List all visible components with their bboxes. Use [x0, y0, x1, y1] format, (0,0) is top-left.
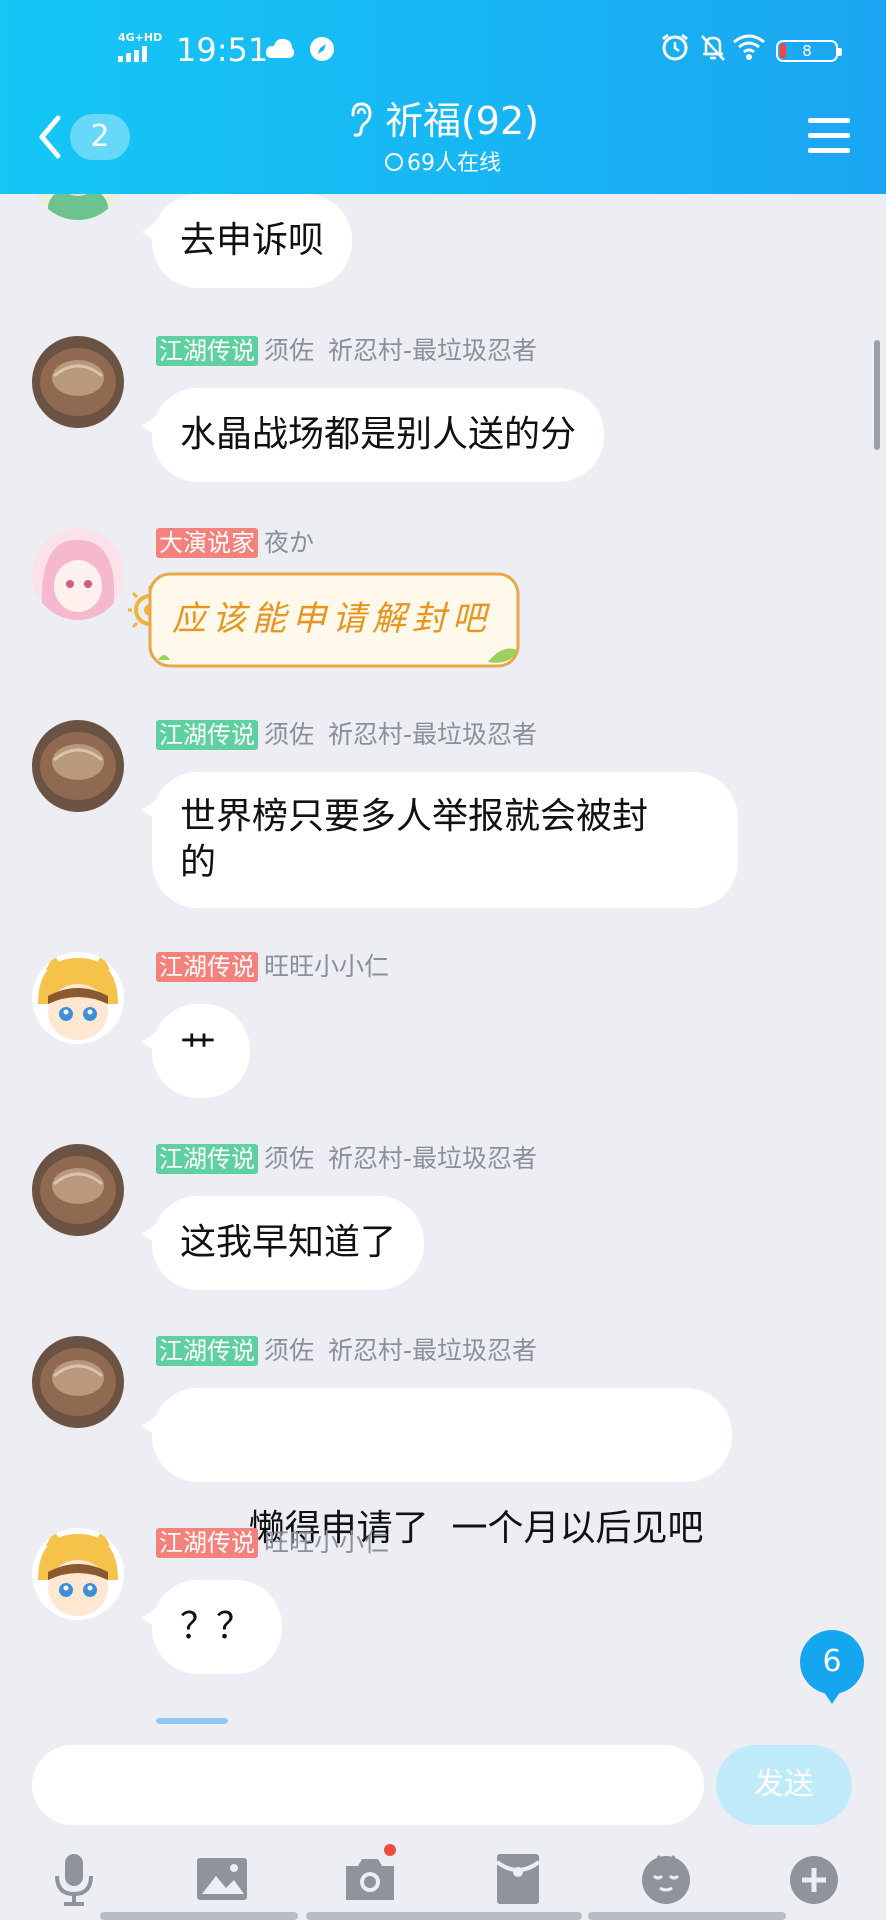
plus-icon[interactable] — [786, 1850, 842, 1906]
message-text: 去申诉呗 — [180, 220, 325, 261]
message-bubble[interactable]: 去申诉呗 — [141, 194, 353, 288]
message-bubble[interactable]: 这我早知道了 — [141, 1196, 425, 1290]
sender-name[interactable]: 须佐 — [264, 336, 314, 365]
message-bubble[interactable]: 世界榜只要多人举报就会被封 的 — [142, 772, 738, 908]
nav-indicator — [100, 1912, 298, 1920]
sender-info: 江湖传说 须佐 祈忍村-最垃圾忍者 — [156, 336, 537, 366]
status-bar: 4G+HD 19:51 8 — [0, 0, 886, 96]
red-packet-icon[interactable] — [490, 1850, 546, 1906]
ear-icon — [347, 99, 373, 149]
avatar[interactable] — [32, 528, 124, 620]
message-text: 水晶战场都是别人送的分 — [180, 414, 577, 455]
member-level-tag: 大演说家 — [156, 528, 258, 558]
camera-icon[interactable] — [342, 1844, 398, 1906]
group-name: 祈福(92) — [384, 99, 539, 143]
message-list[interactable]: 去申诉呗 江湖传说 须佐 祈忍村-最垃圾忍者 水晶战场都是别人送的分 大演说家 夜か — [0, 194, 886, 1724]
message-bubble[interactable]: ？？ — [142, 1580, 282, 1674]
send-button[interactable]: 发送 — [716, 1745, 852, 1825]
avatar[interactable] — [32, 336, 124, 428]
sender-info: 大演说家 夜か — [156, 528, 314, 558]
signal-icon: 4G+HD — [118, 32, 164, 62]
message-text-line: 的 — [180, 842, 217, 883]
sender-title: 祈忍村-最垃圾忍者 — [328, 1336, 538, 1365]
status-time: 19:51 — [176, 31, 269, 69]
menu-button[interactable] — [808, 118, 850, 154]
sender-name[interactable]: 旺旺小小仁 — [264, 1528, 389, 1557]
sticker-text: 应该能申请解封吧 — [172, 599, 492, 639]
alarm-icon — [660, 32, 690, 66]
mute-icon — [698, 32, 728, 66]
nav-indicator — [306, 1912, 582, 1920]
chat-header: 4G+HD 19:51 8 2 祈福(92) 69人在线 — [0, 0, 886, 194]
online-text: 69人在线 — [407, 150, 501, 176]
message-input[interactable] — [32, 1745, 704, 1825]
online-count: 69人在线 — [0, 149, 886, 179]
sender-title: 祈忍村-最垃圾忍者 — [328, 336, 538, 365]
message-text-line: 世界榜只要多人举报就会被封 — [180, 796, 649, 837]
message-text: ？？ — [180, 1606, 253, 1647]
sender-name[interactable]: 须佐 — [264, 1336, 314, 1365]
message-bubble[interactable]: 水晶战场都是别人送的分 — [141, 388, 605, 482]
sender-name[interactable]: 须佐 — [264, 1144, 314, 1173]
message-bubble[interactable]: 懒得申请了 一个月以后见吧 — [142, 1388, 732, 1549]
cloud-icon — [265, 36, 295, 60]
input-bar: 发送 — [0, 1724, 886, 1920]
message-text: 这我早知道了 — [180, 1222, 397, 1263]
member-level-tag: 江湖传说 — [156, 952, 258, 982]
wifi-icon — [732, 32, 766, 66]
avatar[interactable] — [32, 720, 124, 812]
message-bubble[interactable]: 艹 — [142, 1004, 250, 1098]
image-icon[interactable] — [194, 1850, 250, 1906]
sticker-bubble[interactable]: 应该能申请解封吧 — [128, 564, 528, 684]
avatar[interactable] — [32, 1336, 124, 1428]
sender-title: 祈忍村-最垃圾忍者 — [328, 1144, 538, 1173]
sender-title: 祈忍村-最垃圾忍者 — [328, 720, 538, 749]
sender-info: 江湖传说 旺旺小小仁 — [156, 952, 389, 982]
sender-info: 江湖传说 旺旺小小仁 — [156, 1528, 389, 1558]
microphone-icon[interactable] — [46, 1850, 102, 1906]
sender-name[interactable]: 夜か — [264, 528, 314, 557]
member-level-tag: 江湖传说 — [156, 1144, 258, 1174]
avatar[interactable] — [32, 1528, 124, 1620]
compass-icon — [309, 36, 335, 62]
sender-info: 江湖传说 须佐 祈忍村-最垃圾忍者 — [156, 720, 537, 750]
member-level-tag: 江湖传说 — [156, 1336, 258, 1366]
battery-icon: 8 — [776, 40, 842, 62]
emoji-icon[interactable] — [638, 1850, 694, 1906]
member-level-tag: 江湖传说 — [156, 1528, 258, 1558]
network-type: 4G+HD — [118, 31, 163, 44]
camera-new-dot — [384, 1844, 396, 1856]
group-title: 祈福(92) — [0, 96, 886, 149]
sender-name[interactable]: 旺旺小小仁 — [264, 952, 389, 981]
sender-info: 江湖传说 须佐 祈忍村-最垃圾忍者 — [156, 1336, 537, 1366]
chat-title-area[interactable]: 祈福(92) 69人在线 — [0, 96, 886, 179]
sender-info: 江湖传说 须佐 祈忍村-最垃圾忍者 — [156, 1144, 537, 1174]
new-messages-badge[interactable]: 6 — [800, 1630, 864, 1704]
sender-name[interactable]: 须佐 — [264, 720, 314, 749]
nav-indicator — [588, 1912, 786, 1920]
online-check-icon — [385, 152, 403, 171]
scrollbar[interactable] — [874, 340, 880, 450]
message-text: 艹 — [180, 1030, 217, 1071]
avatar[interactable] — [32, 952, 124, 1044]
avatar[interactable] — [32, 1144, 124, 1236]
avatar[interactable] — [32, 194, 124, 220]
member-level-tag: 江湖传说 — [156, 336, 258, 366]
battery-level: 8 — [802, 42, 812, 60]
member-level-tag: 江湖传说 — [156, 720, 258, 750]
